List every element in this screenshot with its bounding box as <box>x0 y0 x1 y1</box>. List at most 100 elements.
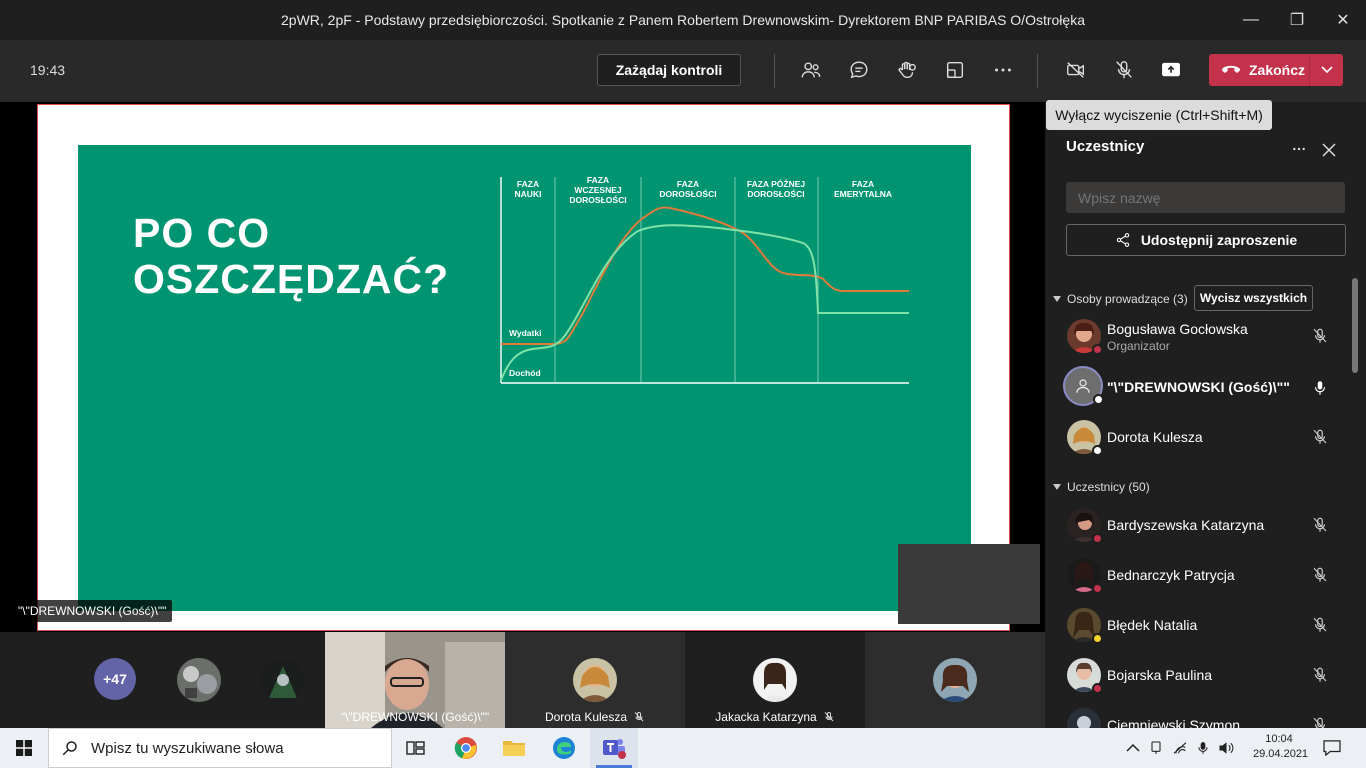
microphone-off-icon[interactable] <box>1309 714 1331 728</box>
microphone-off-icon[interactable] <box>1309 664 1331 686</box>
microphone-off-icon[interactable] <box>1108 54 1140 86</box>
self-video-preview <box>898 544 1040 624</box>
chevron-down-icon[interactable] <box>1310 66 1343 74</box>
microphone-off-icon[interactable] <box>1309 564 1331 586</box>
phase-label: EMERYTALNA <box>834 189 892 199</box>
attendees-section-header[interactable]: Uczestnicy (50) <box>1053 480 1150 494</box>
panel-scrollbar[interactable] <box>1352 278 1358 373</box>
system-tray <box>1126 728 1234 768</box>
windows-taskbar: Wpisz tu wyszukiwane słowa 10:04 29.04.2… <box>0 728 1366 768</box>
wifi-icon[interactable] <box>1172 740 1188 756</box>
presence-busy-icon <box>1092 583 1103 594</box>
microphone-off-icon <box>634 712 644 722</box>
file-explorer-icon[interactable] <box>490 728 538 768</box>
chevron-up-icon[interactable] <box>1126 743 1140 753</box>
tile-name: Dorota Kulesza <box>544 710 628 724</box>
participant-row[interactable]: Błędek Natalia <box>1063 604 1353 648</box>
slide-title-line: OSZCZĘDZAĆ? <box>133 256 450 302</box>
microphone-off-icon[interactable] <box>1309 325 1331 347</box>
share-invite-label: Udostępnij zaproszenie <box>1140 232 1298 248</box>
shared-slide-frame: PO CO OSZCZĘDZAĆ? FAZA NAUKI FAZA WCZESNEJ D… <box>37 104 1040 631</box>
taskbar-search-box[interactable]: Wpisz tu wyszukiwane słowa <box>48 728 392 768</box>
video-tile-kulesza[interactable]: Dorota Kulesza <box>505 632 685 728</box>
end-call-button[interactable]: Zakończ <box>1209 54 1343 86</box>
avatar <box>1067 708 1101 728</box>
presenters-section-header[interactable]: Osoby prowadzące (3) <box>1053 292 1188 306</box>
participant-role: Organizator <box>1107 339 1170 353</box>
end-call-main[interactable]: Zakończ <box>1209 54 1309 86</box>
edge-icon[interactable] <box>540 728 588 768</box>
rooms-icon[interactable] <box>939 54 971 86</box>
maximize-icon[interactable]: ❐ <box>1274 0 1320 40</box>
notifications-icon[interactable] <box>1318 736 1346 760</box>
participants-panel: Uczestnicy Udostępnij zaproszenie Osoby … <box>1045 102 1366 728</box>
video-tile-jakacka[interactable]: Jakacka Katarzyna <box>685 632 865 728</box>
presence-busy-icon <box>1092 344 1103 355</box>
more-participants-bubble[interactable]: +47 <box>94 658 136 700</box>
slide: PO CO OSZCZĘDZAĆ? FAZA NAUKI FAZA WCZESNEJ D… <box>78 145 971 611</box>
windows-start-icon[interactable] <box>0 728 48 768</box>
participant-name: Bojarska Paulina <box>1107 667 1213 683</box>
avatar[interactable] <box>261 658 305 702</box>
meeting-toolbar: 19:43 Zażądaj kontroli Zakończ <box>0 40 1366 128</box>
participant-row[interactable]: "\"DREWNOWSKI (Gość)\"" <box>1063 366 1353 410</box>
camera-off-icon[interactable] <box>1060 54 1092 86</box>
phase-label: NAUKI <box>515 189 542 199</box>
more-options-icon[interactable] <box>1288 138 1310 160</box>
presenter-name-label: "\"DREWNOWSKI (Gość)\"" <box>12 600 173 622</box>
close-icon[interactable] <box>1317 138 1341 162</box>
life-phase-chart: FAZANAUKIFAZAWCZESNEJDOROSŁOŚCIFAZADOROS… <box>500 175 909 384</box>
video-tile-participant[interactable] <box>865 632 1045 728</box>
chrome-icon[interactable] <box>442 728 490 768</box>
participant-name: Ciemniewski Szymon <box>1107 717 1241 728</box>
reactions-icon[interactable] <box>891 54 923 86</box>
phase-label: FAZA PÓŹNEJ <box>747 178 806 189</box>
taskbar-search-placeholder: Wpisz tu wyszukiwane słowa <box>91 739 284 757</box>
microphone-off-icon[interactable] <box>1309 426 1331 448</box>
network-icon[interactable] <box>1148 740 1164 756</box>
caret-down-icon <box>1053 296 1061 302</box>
volume-icon[interactable] <box>1218 740 1234 756</box>
slide-title: PO CO OSZCZĘDZAĆ? <box>133 210 449 302</box>
microphone-icon[interactable] <box>1196 740 1210 756</box>
microphone-off-icon[interactable] <box>1309 514 1331 536</box>
participants-icon[interactable] <box>795 54 827 86</box>
task-view-icon[interactable] <box>392 728 440 768</box>
minimize-icon[interactable]: — <box>1228 0 1274 40</box>
microphone-off-icon[interactable] <box>1309 614 1331 636</box>
participant-name: Bednarczyk Patrycja <box>1107 567 1235 583</box>
title-bar: 2pWR, 2pF - Podstawy przedsiębiorczości.… <box>0 0 1366 40</box>
video-tile-drewnowski[interactable]: "\"DREWNOWSKI (Gość)\"" <box>325 632 505 728</box>
presence-busy-icon <box>1092 683 1103 694</box>
share-icon <box>1116 233 1130 247</box>
participant-row[interactable]: Bednarczyk Patrycja <box>1063 554 1353 598</box>
mute-all-button[interactable]: Wycisz wszystkich <box>1194 285 1313 311</box>
taskbar-clock[interactable]: 10:04 29.04.2021 <box>1253 732 1309 762</box>
slide-title-line: PO CO <box>133 210 271 256</box>
avatar <box>753 658 797 702</box>
participant-name: Dorota Kulesza <box>1107 429 1203 445</box>
participant-row[interactable]: Bogusława Gocłowska Organizator <box>1063 315 1353 359</box>
participant-row[interactable]: Dorota Kulesza <box>1063 416 1353 460</box>
phase-label: DOROSŁOŚCI <box>747 188 804 199</box>
teams-icon[interactable] <box>590 728 638 768</box>
request-control-button[interactable]: Zażądaj kontroli <box>597 54 741 86</box>
close-window-icon[interactable]: ✕ <box>1320 0 1366 40</box>
microphone-on-icon[interactable] <box>1309 377 1331 399</box>
phase-label: FAZA <box>587 175 609 185</box>
more-actions-icon[interactable] <box>987 54 1019 86</box>
chat-icon[interactable] <box>843 54 875 86</box>
series-line-dochod <box>500 224 909 381</box>
participant-row[interactable]: Ciemniewski Szymon <box>1063 704 1353 728</box>
tile-name: Jakacka Katarzyna <box>715 710 817 724</box>
share-invite-button[interactable]: Udostępnij zaproszenie <box>1066 224 1346 256</box>
participant-search-input[interactable] <box>1066 182 1345 213</box>
participant-name: Bardyszewska Katarzyna <box>1107 517 1265 533</box>
participant-row[interactable]: Bojarska Paulina <box>1063 654 1353 698</box>
avatar[interactable] <box>177 658 221 702</box>
tile-label: Dorota Kulesza <box>505 710 685 724</box>
participant-row[interactable]: Bardyszewska Katarzyna <box>1063 504 1353 548</box>
share-screen-icon[interactable] <box>1155 54 1187 86</box>
taskbar-date: 29.04.2021 <box>1253 748 1309 760</box>
avatar <box>573 658 617 702</box>
